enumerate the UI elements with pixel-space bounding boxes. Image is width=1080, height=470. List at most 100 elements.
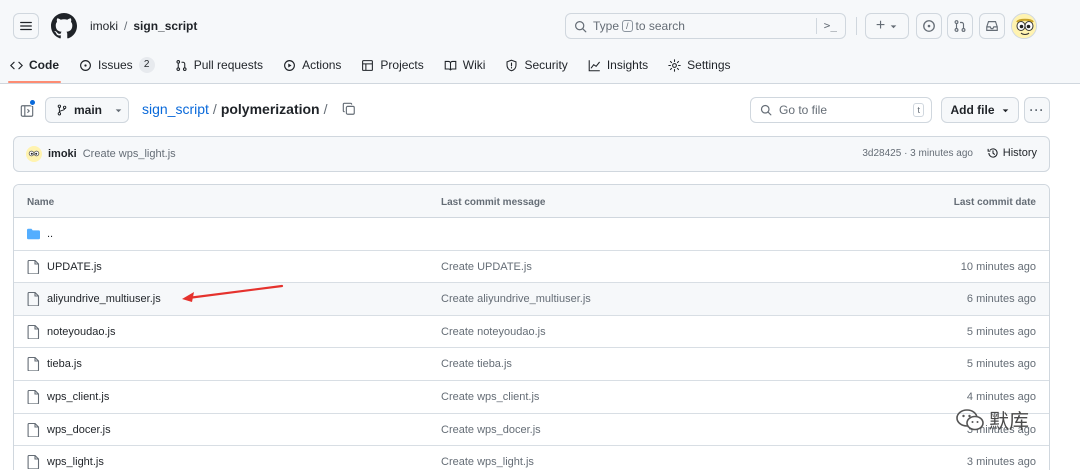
path-repo-link[interactable]: sign_script [142, 101, 209, 117]
commit-message-link[interactable]: Create wps_light.js [441, 456, 534, 468]
table-row[interactable]: aliyundrive_multiuser.js Create aliyundr… [14, 283, 1049, 316]
tab-actions-label: Actions [302, 58, 342, 72]
tab-pull-requests[interactable]: Pull requests [165, 50, 273, 80]
commit-message-link[interactable]: Create aliyundrive_multiuser.js [441, 293, 591, 305]
commit-message-link[interactable]: Create tieba.js [441, 358, 512, 370]
table-row-parent-dir[interactable]: .. [14, 218, 1049, 251]
sidebar-expand-icon [20, 105, 34, 117]
issue-circle-icon [923, 20, 935, 32]
path-current-dir: polymerization [220, 101, 320, 117]
table-row[interactable]: wps_client.js Create wps_client.js 4 min… [14, 381, 1049, 414]
copy-icon[interactable] [342, 102, 356, 116]
search-icon [760, 104, 772, 116]
commit-date: 10 minutes ago [960, 260, 1036, 273]
github-logo[interactable] [51, 13, 77, 39]
tab-issues[interactable]: Issues 2 [69, 50, 165, 80]
create-new-button[interactable]: + [865, 13, 909, 39]
tab-security[interactable]: Security [495, 50, 577, 80]
add-file-label: Add file [950, 103, 995, 117]
kebab-icon: ··· [1029, 103, 1045, 117]
add-file-button[interactable]: Add file [941, 97, 1019, 123]
play-icon [284, 59, 296, 71]
watermark: 默库 [955, 405, 1029, 434]
table-row[interactable]: wps_light.js Create wps_light.js 3 minut… [14, 446, 1049, 470]
tab-insights-label: Insights [606, 58, 649, 72]
plus-icon: + [875, 17, 886, 34]
shield-icon [506, 59, 517, 71]
commit-author-avatar[interactable] [26, 146, 42, 162]
user-avatar[interactable] [1011, 13, 1037, 39]
header-divider [856, 17, 857, 35]
file-name[interactable]: UPDATE.js [47, 261, 102, 273]
table-row[interactable]: wps_docer.js Create wps_docer.js 3 minut… [14, 414, 1049, 447]
tab-actions[interactable]: Actions [273, 50, 351, 80]
global-search-input[interactable]: Type / to search >_ [565, 13, 846, 39]
commit-message[interactable]: Create wps_light.js [83, 148, 176, 160]
file-name[interactable]: tieba.js [47, 358, 82, 370]
search-icon [575, 20, 587, 32]
hamburger-menu-button[interactable] [13, 13, 39, 39]
file-name[interactable]: wps_client.js [47, 391, 109, 403]
commit-hash-time[interactable]: 3d28425 · 3 minutes ago [862, 148, 973, 159]
tab-settings[interactable]: Settings [658, 50, 740, 80]
more-options-button[interactable]: ··· [1024, 97, 1050, 123]
repo-link[interactable]: sign_script [133, 19, 197, 33]
file-icon [27, 324, 40, 339]
column-header-date: Last commit date [953, 197, 1036, 208]
go-to-file-input[interactable]: Go to file t [750, 97, 932, 123]
issues-count-badge: 2 [138, 57, 155, 73]
commit-date: 6 minutes ago [966, 293, 1036, 306]
gear-icon [668, 58, 681, 72]
path-separator: / [212, 101, 217, 117]
global-header: imoki / sign_script Type / to search >_ … [0, 0, 1080, 84]
history-icon [987, 148, 998, 158]
tab-code[interactable]: Code [0, 50, 69, 83]
pull-requests-button[interactable] [947, 13, 973, 39]
history-label: History [1002, 147, 1037, 159]
history-button[interactable]: History [987, 147, 1037, 159]
notification-dot [29, 99, 36, 106]
commit-date: 4 minutes ago [966, 390, 1036, 403]
tab-insights[interactable]: Insights [578, 50, 658, 80]
search-shortcut-key: / [622, 20, 633, 32]
commit-message-link[interactable]: Create UPDATE.js [441, 261, 532, 273]
book-icon [444, 60, 457, 70]
avatar-image-icon [26, 146, 42, 162]
table-row[interactable]: noteyoudao.js Create noteyoudao.js 5 min… [14, 316, 1049, 349]
issue-icon [80, 59, 91, 71]
commit-message-link[interactable]: Create wps_docer.js [441, 424, 541, 436]
file-name[interactable]: .. [47, 228, 53, 240]
table-row[interactable]: UPDATE.js Create UPDATE.js 10 minutes ag… [14, 251, 1049, 284]
file-name[interactable]: wps_light.js [47, 456, 104, 468]
issues-button[interactable] [916, 13, 942, 39]
file-list-table: Name Last commit message Last commit dat… [13, 184, 1050, 470]
caret-down-icon [890, 24, 897, 28]
wechat-logo-icon [956, 408, 984, 430]
branch-selector-button[interactable]: main [45, 97, 129, 123]
commit-message-link[interactable]: Create noteyoudao.js [441, 326, 546, 338]
tab-issues-label: Issues [98, 58, 133, 72]
folder-icon [27, 228, 40, 240]
table-row[interactable]: tieba.js Create tieba.js 5 minutes ago [14, 348, 1049, 381]
avatar-image-icon [1012, 14, 1036, 38]
table-header: Name Last commit message Last commit dat… [14, 185, 1049, 218]
code-icon [10, 61, 23, 69]
inbox-button[interactable] [979, 13, 1005, 39]
search-divider [816, 18, 817, 34]
file-icon [27, 455, 40, 470]
column-header-message: Last commit message [441, 197, 546, 208]
file-name[interactable]: noteyoudao.js [47, 326, 116, 338]
command-palette-icon[interactable]: >_ [824, 19, 837, 32]
file-icon [27, 292, 40, 307]
tab-wiki[interactable]: Wiki [434, 50, 496, 80]
owner-link[interactable]: imoki [90, 19, 118, 33]
file-icon [27, 422, 40, 437]
breadcrumb-separator: / [124, 19, 128, 33]
file-name[interactable]: wps_docer.js [47, 424, 111, 436]
commit-message-link[interactable]: Create wps_client.js [441, 391, 539, 403]
repo-breadcrumb: imoki / sign_script [90, 19, 197, 33]
commit-date: 3 minutes ago [966, 456, 1036, 469]
file-name[interactable]: aliyundrive_multiuser.js [47, 293, 161, 305]
tab-projects[interactable]: Projects [351, 50, 433, 80]
commit-author-name[interactable]: imoki [48, 148, 77, 160]
